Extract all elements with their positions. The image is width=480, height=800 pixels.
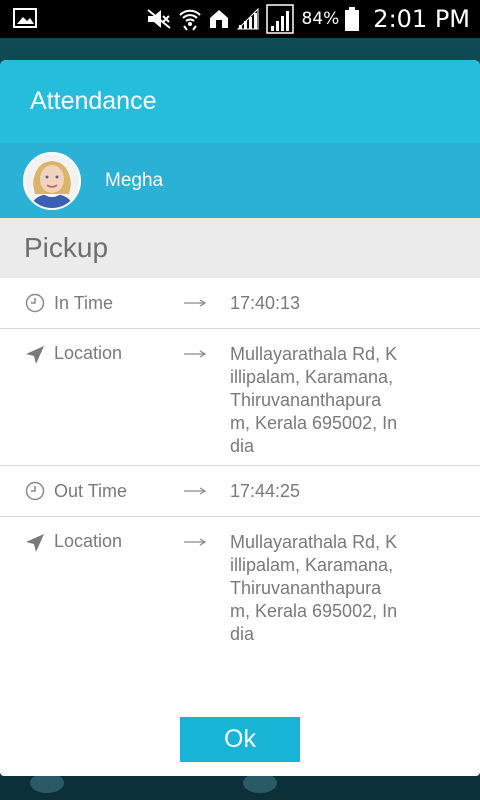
battery-percent: 84% [301,9,340,29]
in-time-row: In Time 17:40:13 [0,278,480,329]
avatar [23,151,81,210]
mute-icon [146,9,171,29]
student-profile-bar: Megha [0,143,480,218]
arrow-right-icon [184,292,228,314]
clock-icon [24,480,46,502]
clock-icon [24,292,46,314]
row-label: Out Time [54,480,128,501]
battery-icon [345,7,360,31]
section-title: Pickup [0,218,480,278]
out-time-row: Out Time 17:44:25 [0,466,480,517]
row-value: 17:44:25 [230,480,301,501]
ok-button[interactable]: Ok [180,717,300,762]
in-location-row: Location Mullayarathala Rd, Killipalam, … [0,329,480,466]
backdrop-element [243,773,277,793]
backdrop-element [30,773,64,793]
row-value: 17:40:13 [230,292,301,313]
row-label: In Time [54,292,114,313]
arrow-right-icon [184,531,228,553]
arrow-right-icon [184,343,228,365]
attendance-dialog: Attendance Megha Pickup In Time 17:40:13… [0,60,480,776]
avatar-image [25,153,79,208]
row-value: Mullayarathala Rd, Killipalam, Karamana,… [230,532,398,644]
image-icon [13,8,37,28]
dialog-title: Attendance [0,60,480,143]
status-bar: 84% 2:01 PM [0,0,480,38]
status-time: 2:01 PM [373,5,470,33]
row-label: Location [54,343,123,363]
wifi-icon [178,9,201,31]
signal-icon [236,7,258,30]
location-arrow-icon [24,532,46,554]
signal-icon [265,4,294,34]
location-arrow-icon [24,344,46,366]
row-label: Location [54,531,123,551]
arrow-right-icon [184,480,228,502]
status-right: 84% 2:01 PM [146,0,470,38]
row-value: Mullayarathala Rd, Killipalam, Karamana,… [230,344,398,456]
student-name: Megha [105,169,164,191]
home-icon [209,10,228,28]
out-location-row: Location Mullayarathala Rd, Killipalam, … [0,517,480,660]
